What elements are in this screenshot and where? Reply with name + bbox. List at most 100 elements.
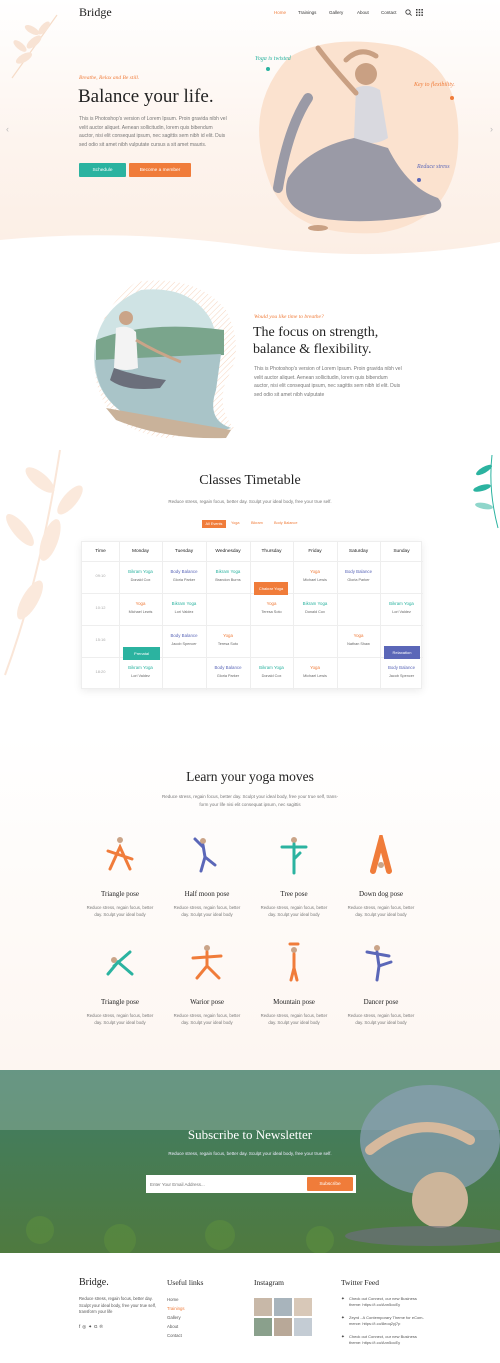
filter-yoga[interactable]: Yoga [231, 521, 240, 525]
class-title[interactable]: Yoga [119, 601, 162, 606]
nav-trainings[interactable]: Trainings [298, 10, 316, 15]
pose-title[interactable]: Tree pose [249, 890, 339, 898]
class-title[interactable]: Body Balance [206, 665, 250, 670]
focus-eyebrow: Would you like time to breathe? [254, 314, 324, 320]
class-instructor: Lori Valdez [131, 674, 150, 678]
pose-description: Reduce stress, regain focus, better [347, 1013, 415, 1018]
pose-title[interactable]: Down dog pose [336, 890, 426, 898]
pose-title[interactable]: Mountain pose [249, 998, 339, 1006]
highlight-class-badge[interactable]: Relaxation [384, 646, 420, 659]
newsletter-background-image [0, 1070, 500, 1253]
subscribe-button[interactable]: Subscribe [307, 1177, 353, 1191]
nav-gallery[interactable]: Gallery [329, 10, 343, 15]
instagram-thumbnail[interactable] [294, 1318, 312, 1336]
class-instructor: Michael Lewis [128, 610, 153, 614]
class-instructor: Teresa Soto [217, 642, 239, 646]
pose-title[interactable]: Triangle pose [75, 890, 165, 898]
class-title[interactable]: Bikram Yoga [250, 665, 293, 670]
tweet-text[interactable]: theme: https://t.co/Ann5ocEy [349, 1340, 400, 1346]
class-instructor: Michael Lewis [303, 674, 327, 678]
pose-title[interactable]: Triangle pose [75, 998, 165, 1006]
useful-links-title: Useful links [167, 1278, 204, 1287]
pose-description: Reduce stress, regain focus, better [260, 1013, 328, 1018]
class-title[interactable]: Bikram Yoga [206, 569, 250, 574]
nav-contact[interactable]: Contact [381, 10, 397, 15]
twitter-icon: ✦ [341, 1334, 345, 1339]
instagram-thumbnail[interactable] [274, 1298, 292, 1316]
focus-title-2: balance & flexibility. [253, 342, 372, 357]
moves-subtitle-1: Reduce stress, regain focus, better day.… [162, 794, 338, 799]
schedule-button[interactable]: Schedule [79, 163, 126, 177]
hero-eyebrow: Breathe, Relax and Be still. [79, 75, 140, 81]
instagram-thumbnail[interactable] [254, 1298, 272, 1316]
class-title[interactable]: Yoga [206, 633, 250, 638]
class-title[interactable]: Bikram Yoga [380, 601, 423, 606]
hero-yoga-image [259, 41, 459, 234]
slider-next-icon[interactable]: › [490, 124, 493, 134]
footer-link-about[interactable]: About [167, 1324, 178, 1329]
class-instructor: Gloria Parker [216, 674, 240, 678]
pose-title[interactable]: Warior pose [162, 998, 252, 1006]
class-title[interactable]: Body Balance [162, 633, 206, 638]
nav-home[interactable]: Home [274, 10, 286, 15]
footer-link-home[interactable]: Home [167, 1297, 178, 1302]
email-input[interactable] [150, 1178, 300, 1190]
newsletter-title: Subscribe to Newsletter [187, 1127, 313, 1142]
filter-all-events[interactable]: All Events [202, 520, 226, 528]
class-title[interactable]: Bikram Yoga [162, 601, 206, 606]
pose-description: day. Sculpt your ideal body [268, 912, 320, 917]
tag-dot [417, 178, 421, 182]
timetable-day-header: Sunday [393, 549, 410, 554]
class-title[interactable]: Yoga [293, 665, 337, 670]
nav-about[interactable]: About [357, 10, 369, 15]
timetable-day-header: Tuesday [174, 549, 194, 554]
timetable-day-header: Friday [308, 549, 322, 554]
yoga-pose-icon [288, 942, 300, 982]
class-title[interactable]: Yoga [250, 601, 293, 606]
hero-wave [0, 235, 500, 272]
class-instructor: Lori Valdez [392, 610, 411, 614]
footer-logo[interactable]: Bridge. [79, 1277, 109, 1288]
highlight-class-badge[interactable]: Chakrar Yoga [254, 582, 288, 595]
footer-link-trainings[interactable]: Trainings [167, 1306, 185, 1311]
instagram-thumbnail[interactable] [294, 1298, 312, 1316]
highlight-class-badge[interactable]: Prenatal [123, 647, 160, 660]
become-member-button[interactable]: Become a member [129, 163, 191, 177]
yoga-pose-icon [370, 835, 392, 874]
pose-description: day. Sculpt your ideal body [355, 1020, 407, 1025]
class-instructor: Donald Cox [130, 578, 151, 582]
class-title[interactable]: Bikram Yoga [119, 569, 162, 574]
tag-key-flexibility: Key to flexibility. [414, 82, 455, 88]
slider-prev-icon[interactable]: ‹ [6, 124, 9, 134]
instagram-thumbnail[interactable] [254, 1318, 272, 1336]
pose-description: day. Sculpt your ideal body [181, 1020, 233, 1025]
footer-link-gallery[interactable]: Gallery [167, 1315, 181, 1320]
pose-title[interactable]: Half moon pose [162, 890, 252, 898]
class-title[interactable]: Yoga [337, 633, 380, 638]
tweet-text[interactable]: merce: https://t.co/8eoq2yj7p [349, 1321, 400, 1327]
grid-menu-icon[interactable] [416, 9, 423, 16]
footer-about-line: Reduce stress, regain focus, better day. [79, 1296, 153, 1301]
class-title[interactable]: Body Balance [380, 665, 423, 670]
filter-body-balance[interactable]: Body Balance [274, 521, 297, 525]
footer-link-contact[interactable]: Contact [167, 1333, 182, 1338]
class-title[interactable]: Yoga [293, 569, 337, 574]
class-instructor: Brandon Burns [215, 578, 241, 582]
logo[interactable]: Bridge [79, 5, 112, 20]
class-title[interactable]: Body Balance [337, 569, 380, 574]
instagram-thumbnail[interactable] [274, 1318, 292, 1336]
class-title[interactable]: Bikram Yoga [119, 665, 162, 670]
class-title[interactable]: Body Balance [162, 569, 206, 574]
class-instructor: Gloria Parker [172, 578, 196, 582]
pinterest-icon[interactable]: ℗ [100, 1324, 105, 1329]
footer-about-line: transform your life [79, 1309, 113, 1314]
timetable-row-divider [82, 561, 423, 562]
pose-description: Reduce stress, regain focus, better [86, 1013, 154, 1018]
pose-title[interactable]: Dancer pose [336, 998, 426, 1006]
tweet-text[interactable]: theme: https://t.co/Ann5ocEy [349, 1302, 400, 1308]
class-instructor: Donald Cox [305, 610, 325, 614]
class-title[interactable]: Bikram Yoga [293, 601, 337, 606]
search-icon[interactable] [405, 9, 412, 16]
filter-bikram[interactable]: Bikram [251, 521, 263, 525]
tag-reduce-stress: Reduce stress [417, 164, 450, 170]
